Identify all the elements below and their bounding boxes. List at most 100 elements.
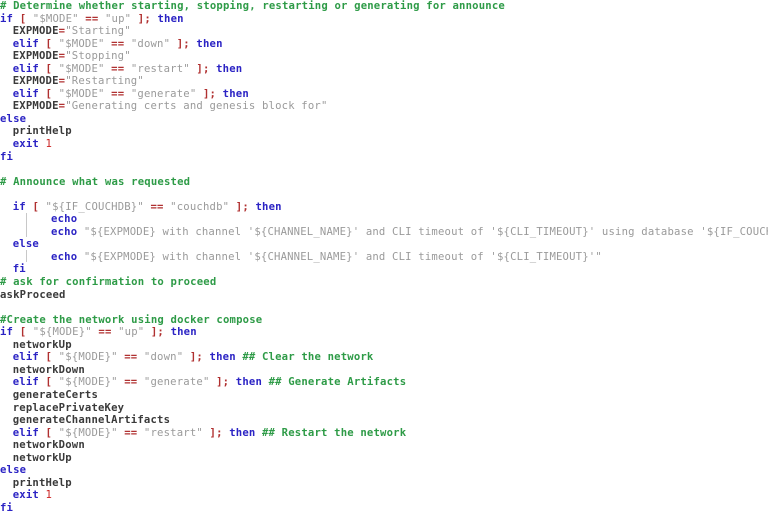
code-line: #Create the network using docker compose xyxy=(0,314,768,327)
code-line: replacePrivateKey xyxy=(0,402,768,415)
code-line: if [ "${IF_COUCHDB}" == "couchdb" ]; the… xyxy=(0,201,768,214)
code-line: fi xyxy=(0,263,768,276)
code-token-string: "Stopping" xyxy=(65,50,131,63)
code-token-comment: ## Clear the network xyxy=(242,351,374,364)
indent-guide xyxy=(26,213,27,237)
code-line: else xyxy=(0,113,768,126)
code-token-string: "restart" xyxy=(124,62,197,75)
code-line: elif [ "$MODE" == "down" ]; then xyxy=(0,38,768,51)
code-token-op: ]; xyxy=(137,12,151,25)
code-token-keyword: then xyxy=(170,326,197,339)
code-token-keyword: echo xyxy=(51,213,78,226)
code-token-number: 1 xyxy=(45,489,53,502)
code-token-keyword: else xyxy=(0,112,27,125)
code-token-op: == xyxy=(124,426,138,439)
code-token-string: "$MODE" xyxy=(52,87,112,100)
code-line: elif [ "$MODE" == "restart" ]; then xyxy=(0,63,768,76)
code-token-number: 1 xyxy=(45,138,53,151)
code-token-keyword: elif xyxy=(12,87,39,100)
code-token-op: == xyxy=(124,376,138,389)
code-token-string: "up" xyxy=(111,326,151,339)
code-token-op: ]; xyxy=(202,87,217,100)
code-token-string: "$MODE" xyxy=(52,62,112,75)
code-token-keyword: then xyxy=(196,37,223,50)
code-token-op: == xyxy=(111,87,125,100)
code-token-ident: networkUp xyxy=(12,451,72,464)
code-line: EXPMODE="Starting" xyxy=(0,25,768,38)
code-token-keyword: exit xyxy=(12,489,39,502)
code-token-op: ]; xyxy=(189,351,203,364)
code-token-op: == xyxy=(124,351,138,364)
code-token-keyword: fi xyxy=(12,263,26,276)
code-token-op: == xyxy=(111,37,125,50)
code-token-ident: printHelp xyxy=(12,476,72,489)
code-token-op: ]; xyxy=(235,200,249,213)
code-line: printHelp xyxy=(0,477,768,490)
code-token-ident: EXPMODE xyxy=(12,100,59,113)
code-line: # Announce what was requested xyxy=(0,176,768,189)
code-token-keyword: then xyxy=(209,351,236,364)
code-token-keyword: fi xyxy=(0,150,14,163)
code-token-string: "${MODE}" xyxy=(52,426,125,439)
code-token-op: ]; xyxy=(209,426,223,439)
code-token-string: "Restarting" xyxy=(65,75,144,88)
code-line: echo "${EXPMODE} with channel '${CHANNEL… xyxy=(0,251,768,264)
code-token-keyword: echo xyxy=(51,225,78,238)
code-token-op: ]; xyxy=(150,326,164,339)
code-token-keyword: then xyxy=(157,12,184,25)
indent-guide xyxy=(26,250,27,262)
code-token-comment: #Create the network using docker compose xyxy=(0,313,263,326)
code-line: fi xyxy=(0,151,768,164)
code-token-string: "${IF_COUCHDB}" xyxy=(39,200,151,213)
code-token-keyword: fi xyxy=(0,501,14,514)
code-token-ident: EXPMODE xyxy=(12,75,59,88)
code-line: # ask for confirmation to proceed xyxy=(0,276,768,289)
code-token-keyword: then xyxy=(216,62,243,75)
code-line: generateCerts xyxy=(0,389,768,402)
code-token-comment: ## Restart the network xyxy=(262,426,407,439)
code-token-string: "Generating certs and genesis block for" xyxy=(65,100,328,113)
code-token-comment: # Determine whether starting, stopping, … xyxy=(0,0,505,12)
code-token-string: "$MODE" xyxy=(52,37,112,50)
code-token-keyword: then xyxy=(229,426,256,439)
code-token-keyword: exit xyxy=(12,138,39,151)
code-token-string: "up" xyxy=(98,12,138,25)
code-line: EXPMODE="Restarting" xyxy=(0,75,768,88)
code-token-keyword: if xyxy=(0,12,14,25)
code-token-string: "down" xyxy=(137,351,190,364)
code-token-string: "down" xyxy=(124,37,177,50)
code-token-ident: printHelp xyxy=(12,125,72,138)
code-token-ident: networkDown xyxy=(12,363,85,376)
code-line: exit 1 xyxy=(0,489,768,502)
code-token-comment: ## Generate Artifacts xyxy=(268,376,407,389)
code-token-keyword: elif xyxy=(12,37,39,50)
code-token-comment: # ask for confirmation to proceed xyxy=(0,276,217,289)
code-token-keyword: else xyxy=(12,238,39,251)
code-line: askProceed xyxy=(0,289,768,302)
code-token-keyword: echo xyxy=(51,250,78,263)
code-line: # Determine whether starting, stopping, … xyxy=(0,0,768,13)
code-token-string: "restart" xyxy=(137,426,210,439)
code-token-keyword: elif xyxy=(12,351,39,364)
code-listing: # Determine whether starting, stopping, … xyxy=(0,0,768,519)
code-token-op: == xyxy=(111,62,125,75)
code-token-op: ]; xyxy=(196,62,210,75)
code-token-keyword: if xyxy=(0,326,14,339)
code-line: if [ "$MODE" == "up" ]; then xyxy=(0,13,768,26)
code-token-string: "$MODE" xyxy=(26,12,86,25)
code-line: elif [ "${MODE}" == "generate" ]; then #… xyxy=(0,376,768,389)
code-line: echo "${EXPMODE} with channel '${CHANNEL… xyxy=(0,226,768,239)
code-token-string: "generate" xyxy=(137,376,217,389)
code-token-string: "${EXPMODE} with channel '${CHANNEL_NAME… xyxy=(83,225,768,238)
code-token-keyword: elif xyxy=(12,376,39,389)
code-line: EXPMODE="Stopping" xyxy=(0,50,768,63)
code-line: else xyxy=(0,464,768,477)
code-token-keyword: then xyxy=(235,376,262,389)
code-line: else xyxy=(0,238,768,251)
code-line: networkUp xyxy=(0,339,768,352)
code-token-string: "couchdb" xyxy=(163,200,236,213)
code-token-ident: networkUp xyxy=(12,338,72,351)
code-token-string: "${MODE}" xyxy=(52,376,125,389)
